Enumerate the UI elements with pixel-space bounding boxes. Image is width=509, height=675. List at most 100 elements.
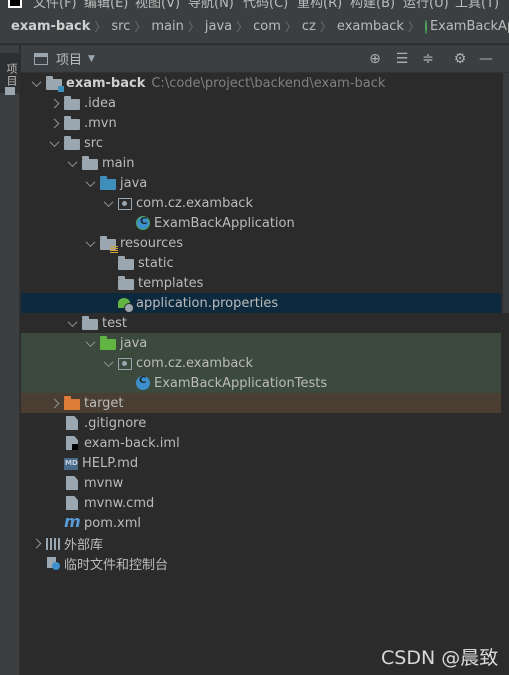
chevron-down-icon[interactable] [84,173,96,193]
tree-row-main-package[interactable]: com.cz.examback [21,193,501,213]
tree-label: test [102,315,127,331]
package-icon [118,357,132,370]
gear-icon[interactable]: ⚙ [452,51,468,67]
folder-icon [118,255,134,270]
tree-row-main-java[interactable]: java [21,173,501,193]
collapse-all-icon[interactable]: ≑ [420,51,436,67]
project-path: C:\code\project\backend\exam-back [151,75,386,91]
tree-row-main[interactable]: main [21,153,501,173]
chevron-down-icon[interactable] [66,153,78,173]
menu-build[interactable]: 构建(B) [350,0,395,10]
tree-label: ExamBackApplicationTests [154,375,328,391]
tree-label: com.cz.examback [136,195,253,211]
chevron-right-icon: 〉 [319,20,332,34]
intellij-logo-icon [8,0,22,8]
iml-file-icon [66,436,78,450]
folder-icon [64,135,80,150]
tree-label: resources [120,235,184,251]
chevron-right-icon[interactable] [30,533,42,553]
tree-row-mvnw-cmd[interactable]: mvnw.cmd [21,493,501,513]
text-file-icon [66,476,78,490]
minimize-icon[interactable]: — [478,51,494,67]
tree-label: templates [138,275,204,291]
tree-label: 外部库 [64,537,104,553]
chevron-right-icon[interactable] [48,93,60,113]
tree-row-external-libraries[interactable]: 外部库 [21,533,501,553]
tree-scrollbar[interactable] [503,73,509,313]
tree-row-application-properties[interactable]: application.properties [21,293,501,313]
expand-all-icon[interactable]: ☰ [394,51,410,67]
breadcrumb-com[interactable]: com [253,19,281,34]
breadcrumb-cz[interactable]: cz [302,19,316,34]
spring-boot-class-icon [424,19,427,34]
tree-row-test-java[interactable]: java [21,333,501,353]
menu-view[interactable]: 视图(V) [135,0,180,10]
tree-row-src[interactable]: src [21,133,501,153]
left-tool-strip: 项目 [0,45,20,675]
project-tool-tab-label: 项目 [5,63,18,87]
breadcrumb-examback[interactable]: examback [337,19,404,34]
project-tool-tab[interactable]: 项目 [0,53,20,95]
tree-row-static[interactable]: static [21,253,501,273]
chevron-right-icon[interactable] [48,393,60,413]
tree-label: target [84,395,124,411]
tree-label: java [120,175,148,191]
menu-code[interactable]: 代码(C) [243,0,288,10]
chevron-right-icon: 〉 [134,20,147,34]
folder-icon [82,315,98,330]
breadcrumb-src[interactable]: src [111,19,130,34]
menu-navigate[interactable]: 导航(N) [188,0,234,10]
menu-edit[interactable]: 编辑(E) [84,0,128,10]
chevron-down-icon[interactable] [48,133,60,153]
panel-title[interactable]: 项目 [56,49,82,68]
menu-refactor[interactable]: 重构(R) [297,0,342,10]
chevron-down-icon[interactable] [102,353,114,373]
menu-file[interactable]: 文件(F) [33,0,77,10]
chevron-down-icon[interactable]: ▼ [88,54,95,64]
tree-row-target[interactable]: target [21,393,501,413]
tree-row-test-package[interactable]: com.cz.examback [21,353,501,373]
tree-label: com.cz.examback [136,355,253,371]
watermark: CSDN @晨致 [381,647,499,669]
tree-label: .idea [84,95,116,111]
tree-row-gitignore[interactable]: .gitignore [21,413,501,433]
tree-row-iml[interactable]: exam-back.iml [21,433,501,453]
tree-row-scratches[interactable]: 临时文件和控制台 [21,553,501,573]
tree-label: src [84,135,103,151]
chevron-right-icon[interactable] [48,113,60,133]
tree-row-mvnw[interactable]: mvnw [21,473,501,493]
gitignore-file-icon [66,416,78,430]
tree-row-exam-back-application[interactable]: ExamBackApplication [21,213,501,233]
crosshair-icon[interactable]: ⊕ [367,51,383,67]
chevron-right-icon: 〉 [187,20,200,34]
tree-label: mvnw [84,475,124,491]
tree-row-help-md[interactable]: HELP.md [21,453,501,473]
tree-row-pom[interactable]: pom.xml [21,512,501,533]
tree-label: main [102,155,135,171]
breadcrumb-java[interactable]: java [205,19,232,34]
project-panel-header: 项目 ▼ ⊕ ☰ ≑ ⚙ — [21,45,509,73]
chevron-down-icon[interactable] [30,73,42,93]
menu-run[interactable]: 运行(U) [403,0,449,10]
folder-icon [5,87,15,95]
tree-label: pom.xml [84,515,141,531]
tree-row-resources[interactable]: resources [21,233,501,253]
chevron-down-icon[interactable] [66,313,78,333]
tree-row-mvn[interactable]: .mvn [21,113,501,133]
tree-row-templates[interactable]: templates [21,273,501,293]
markdown-file-icon [64,458,78,470]
tree-label: 临时文件和控制台 [64,557,169,573]
libraries-icon [46,537,60,550]
tree-row-project-root[interactable]: exam-back C:\code\project\backend\exam-b… [21,73,501,93]
tree-label: HELP.md [82,455,139,471]
chevron-down-icon[interactable] [102,193,114,213]
tree-row-test[interactable]: test [21,313,501,333]
tree-row-idea[interactable]: .idea [21,93,501,113]
breadcrumb-class[interactable]: ExamBackApplication [430,19,509,34]
tree-row-exam-back-application-tests[interactable]: ExamBackApplicationTests [21,373,501,393]
chevron-down-icon[interactable] [84,333,96,353]
menu-tools[interactable]: 工具(T) [455,0,499,10]
breadcrumb-main[interactable]: main [151,19,183,34]
chevron-down-icon[interactable] [84,233,96,253]
breadcrumb-project[interactable]: exam-back [11,19,90,34]
